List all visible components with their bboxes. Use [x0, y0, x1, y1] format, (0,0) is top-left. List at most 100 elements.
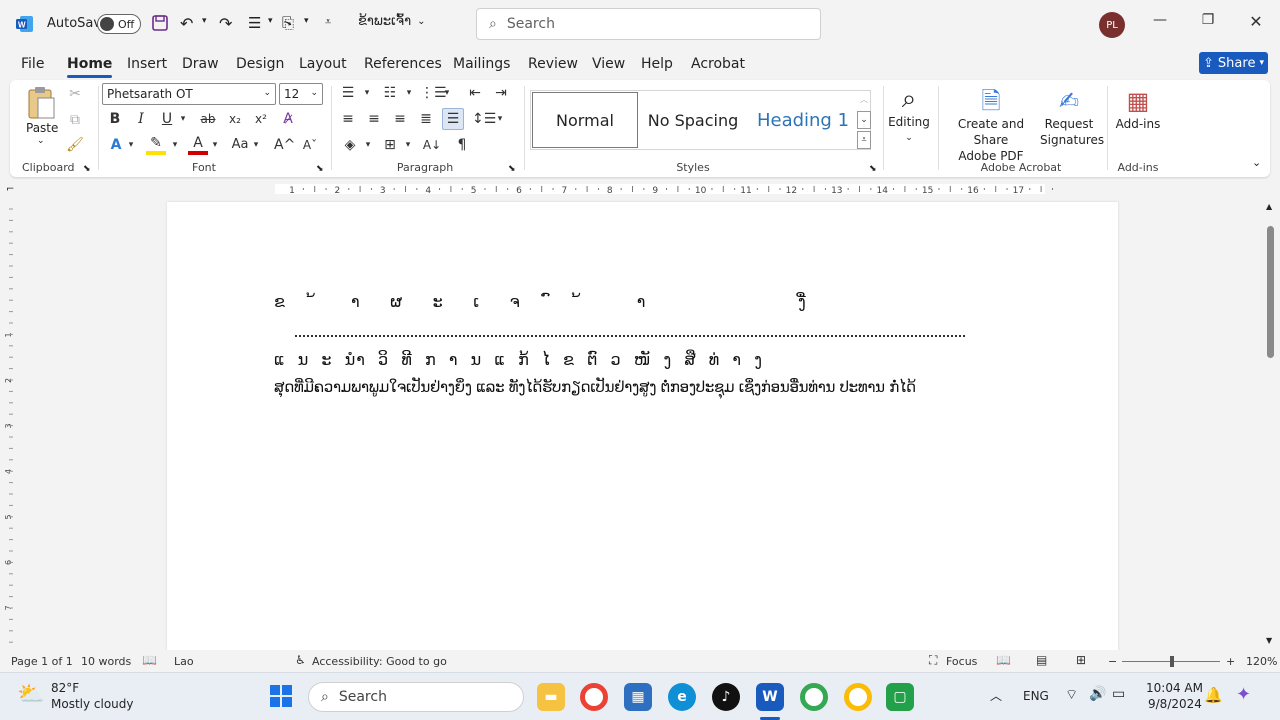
- terminal-icon[interactable]: ▦: [624, 683, 652, 711]
- multilevel-list-icon[interactable]: ⋮☰: [420, 83, 447, 103]
- style-normal[interactable]: Normal: [532, 92, 638, 148]
- volume-icon[interactable]: 🔊: [1089, 686, 1106, 702]
- style-no-spacing[interactable]: No Spacing: [640, 92, 746, 148]
- bullets-icon[interactable]: ☰: [338, 83, 358, 103]
- battery-icon[interactable]: ▭: [1112, 686, 1125, 702]
- document-line-2[interactable]: ແ ນ ະ ນໍາ ວິ ທີ ກ າ ນ ແ ກ້ ໄ ຂ ຕົ ວ ໜັ ງ…: [274, 350, 763, 369]
- tab-selector-icon[interactable]: ⌐: [6, 184, 14, 195]
- zoom-out-icon[interactable]: −: [1108, 655, 1117, 668]
- increase-indent-icon[interactable]: ⇥: [491, 83, 511, 103]
- change-case-icon[interactable]: Aa: [228, 135, 252, 155]
- tab-draw[interactable]: Draw: [182, 56, 219, 72]
- taskbar-search[interactable]: ⌕ Search: [308, 682, 524, 712]
- cut-icon[interactable]: ✂: [66, 84, 84, 104]
- font-color-icon[interactable]: A: [188, 135, 208, 155]
- redo-icon[interactable]: ↷: [219, 14, 232, 33]
- clipboard-launcher-icon[interactable]: ⬊: [83, 164, 91, 174]
- chrome-profile-icon[interactable]: [800, 683, 828, 711]
- print-layout-icon[interactable]: ▤: [1036, 653, 1047, 667]
- tab-insert[interactable]: Insert: [127, 56, 167, 72]
- borders-dropdown-icon[interactable]: ▾: [402, 135, 414, 155]
- edge-icon[interactable]: e: [668, 683, 696, 711]
- zoom-in-icon[interactable]: +: [1226, 655, 1235, 668]
- font-size-combo[interactable]: 12 ⌄: [279, 83, 323, 105]
- input-language[interactable]: ENG: [1023, 689, 1049, 703]
- highlight-icon[interactable]: ✎: [146, 135, 166, 155]
- align-center-icon[interactable]: ≡: [364, 109, 384, 129]
- copy-icon[interactable]: ⧉: [66, 110, 84, 130]
- minimize-icon[interactable]: —: [1150, 12, 1170, 36]
- underline-icon[interactable]: U: [157, 109, 177, 129]
- word-taskbar-icon[interactable]: W: [756, 683, 784, 711]
- font-name-combo[interactable]: Phetsarath OT ⌄: [102, 83, 276, 105]
- shrink-font-icon[interactable]: Aˇ: [300, 135, 320, 155]
- tab-layout[interactable]: Layout: [299, 56, 347, 72]
- save-icon[interactable]: [151, 14, 169, 32]
- decrease-indent-icon[interactable]: ⇤: [465, 83, 485, 103]
- shading-icon[interactable]: ◈: [340, 135, 360, 155]
- scrollbar-thumb[interactable]: [1267, 226, 1274, 358]
- tab-home[interactable]: Home: [67, 56, 113, 78]
- align-left-icon[interactable]: ≡: [338, 109, 358, 129]
- tab-help[interactable]: Help: [641, 56, 673, 72]
- grow-font-icon[interactable]: A^: [274, 135, 295, 155]
- text-effects-dropdown-icon[interactable]: ▾: [125, 135, 137, 155]
- chevron-up-icon[interactable]: ︿: [990, 687, 1002, 704]
- underline-dropdown-icon[interactable]: ▾: [177, 109, 189, 129]
- scroll-up-icon[interactable]: ▲: [1266, 202, 1272, 211]
- tab-mailings[interactable]: Mailings: [453, 56, 510, 72]
- styles-launcher-icon[interactable]: ⬊: [869, 164, 877, 174]
- word-count[interactable]: 10 words: [81, 655, 131, 668]
- editing-button[interactable]: ⌕ Editing ⌄: [886, 84, 932, 146]
- copilot-icon[interactable]: ✦: [1236, 684, 1251, 705]
- strikethrough-icon[interactable]: ab: [197, 109, 219, 129]
- search-box[interactable]: ⌕ Search: [476, 8, 821, 40]
- show-formatting-icon[interactable]: ¶: [452, 135, 472, 155]
- borders-icon[interactable]: ⊞: [380, 135, 400, 155]
- proofing-icon[interactable]: 📖: [142, 653, 157, 667]
- zoom-slider-thumb[interactable]: [1170, 656, 1174, 667]
- scroll-down-icon[interactable]: ▼: [1266, 636, 1272, 645]
- document-line-3[interactable]: ສຸດທີ່ມີຄວາມພາພູມໃຈເປັນຢ່າງຍິ່ງ ແລະ ທັງໄ…: [274, 378, 916, 396]
- bold-icon[interactable]: B: [105, 109, 125, 129]
- tab-view[interactable]: View: [592, 56, 625, 72]
- document-title[interactable]: ຂ້າພະເຈົ້າ ⌄: [358, 14, 425, 29]
- document-page[interactable]: ຂ ້ າ ຜ ະ ເ ຈ ົ ້ າ ງື່ ແ ນ ະ ນໍາ ວິ ທີ …: [167, 202, 1118, 650]
- undo-icon[interactable]: ↶: [180, 14, 193, 33]
- chrome-icon[interactable]: [580, 683, 608, 711]
- create-share-pdf-button[interactable]: 🗎 Create and Share Adobe PDF: [942, 86, 1040, 164]
- weather-desc[interactable]: Mostly cloudy: [51, 697, 134, 711]
- sort-icon[interactable]: A↓: [422, 135, 442, 155]
- font-color-dropdown-icon[interactable]: ▾: [209, 135, 221, 155]
- subscript-icon[interactable]: x₂: [225, 109, 245, 129]
- line-spacing-icon[interactable]: ↕☰: [472, 109, 496, 129]
- layout-dropdown-icon[interactable]: ▾: [304, 16, 309, 26]
- text-effects-icon[interactable]: A: [106, 135, 126, 155]
- bullets-dropdown-icon[interactable]: ▾: [268, 16, 273, 26]
- accessibility-status[interactable]: Accessibility: Good to go: [312, 655, 447, 668]
- collapse-ribbon-icon[interactable]: ⌄: [1252, 156, 1261, 169]
- page-count[interactable]: Page 1 of 1: [11, 655, 73, 668]
- line-spacing-dropdown-icon[interactable]: ▾: [494, 109, 506, 129]
- web-layout-icon[interactable]: ⊞: [1076, 653, 1086, 667]
- undo-dropdown-icon[interactable]: ▾: [202, 16, 207, 26]
- weather-temp[interactable]: 82°F: [51, 681, 79, 695]
- tab-design[interactable]: Design: [236, 56, 284, 72]
- weather-icon[interactable]: ⛅: [17, 682, 44, 707]
- change-case-dropdown-icon[interactable]: ▾: [250, 135, 262, 155]
- numbering-dropdown-icon[interactable]: ▾: [403, 83, 415, 103]
- clear-formatting-icon[interactable]: A̷: [278, 109, 298, 129]
- paragraph-launcher-icon[interactable]: ⬊: [508, 164, 516, 174]
- font-launcher-icon[interactable]: ⬊: [316, 164, 324, 174]
- shading-dropdown-icon[interactable]: ▾: [362, 135, 374, 155]
- camtasia-icon[interactable]: ▢: [886, 683, 914, 711]
- document-line-1[interactable]: ຂ ້ າ ຜ ະ ເ ຈ ົ ້ າ ງື່: [274, 292, 806, 311]
- italic-icon[interactable]: I: [131, 109, 151, 129]
- horizontal-ruler[interactable]: 1 2 3 4 5 6 7 8 9 10 11 12 13 14 15 16 17: [255, 182, 1115, 196]
- customize-qat-icon[interactable]: ⩡: [325, 15, 331, 29]
- styles-scroll-down-icon[interactable]: ⌄: [857, 111, 871, 129]
- vertical-scrollbar[interactable]: ▲ ▼: [1264, 200, 1276, 650]
- autosave-toggle[interactable]: Off: [97, 14, 141, 34]
- notification-bell-icon[interactable]: 🔔: [1204, 686, 1223, 704]
- read-mode-icon[interactable]: 📖: [996, 653, 1011, 667]
